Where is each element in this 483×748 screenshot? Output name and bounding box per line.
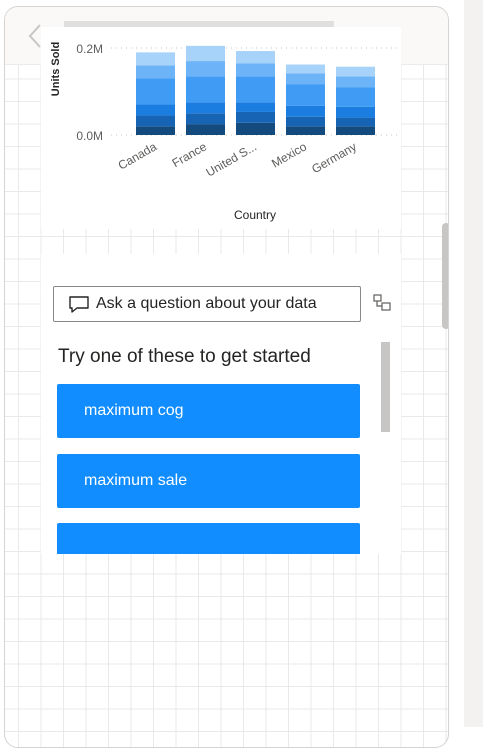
bar-segment [186, 124, 225, 135]
x-tick-label: Mexico [269, 139, 309, 170]
bar-segment [136, 52, 175, 66]
suggestion-button[interactable]: maximum sale [57, 454, 360, 508]
bar-segment [286, 84, 325, 106]
bar-segment [336, 76, 375, 88]
qa-question-input[interactable]: Ask a question about your data [53, 286, 361, 322]
bar-segment [286, 126, 325, 135]
bar-segment [336, 117, 375, 127]
bar-segment [136, 126, 175, 135]
bar-segment [286, 116, 325, 127]
bar-segment [336, 106, 375, 118]
bar-segment [136, 78, 175, 105]
suggestions-title: Try one of these to get started [58, 346, 311, 367]
x-tick-label: Germany [309, 139, 359, 176]
bar-segment [186, 76, 225, 103]
qa-visual: Ask a question about your data Try one o… [41, 254, 401, 554]
bar-segment [186, 113, 225, 125]
bar-segment [186, 61, 225, 77]
chart-svg: 0.0M 0.2M Canada FranceUnited S... Mexico Ger… [50, 42, 398, 222]
bar-segment [236, 51, 275, 64]
bar-segment [236, 63, 275, 77]
suggestions-scrollbar[interactable] [381, 342, 390, 432]
x-tick-label: Canada [116, 139, 160, 172]
bar-segment [286, 73, 325, 85]
bar-segment [136, 65, 175, 79]
chat-bubble-icon [69, 296, 89, 313]
right-panel-rail [464, 0, 483, 727]
units-sold-by-country-chart[interactable]: 0.0M 0.2M Canada France United S... Mexico Ger… [41, 27, 401, 229]
bar-segment [286, 64, 325, 74]
bar-segment [236, 76, 275, 103]
bar-segment [236, 102, 275, 112]
bar-segment [136, 115, 175, 127]
suggestion-button[interactable]: maximum cog [57, 384, 360, 438]
y-axis-title: Units Sold [50, 42, 62, 96]
x-tick-label: France [170, 139, 210, 170]
y-tick-label: 0.2M [76, 42, 103, 56]
bar-segment [136, 104, 175, 116]
x-axis-title: Country [234, 208, 276, 222]
bar-segment [186, 102, 225, 114]
bar-segment [236, 122, 275, 135]
canvas-scrollbar-thumb[interactable] [442, 223, 448, 329]
bar-segment [286, 105, 325, 117]
x-tick-label: United S... [203, 139, 259, 179]
expand-qa-icon[interactable] [373, 294, 391, 312]
suggestion-button[interactable] [57, 523, 360, 554]
bar-segment [186, 45, 225, 62]
qa-input-placeholder: Ask a question about your data [96, 295, 317, 312]
bar-segment [336, 66, 375, 77]
bar-segment [336, 126, 375, 135]
bar-segment [236, 111, 275, 123]
bar-segment [336, 87, 375, 107]
y-tick-label: 0.0M [76, 129, 103, 143]
